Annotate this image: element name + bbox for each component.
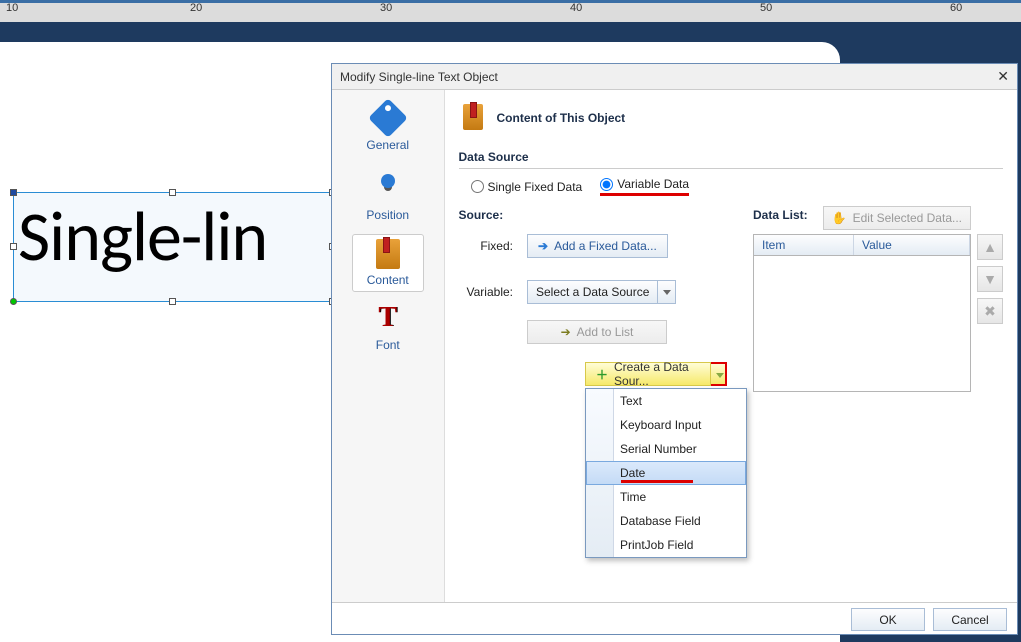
move-down-button[interactable]: ▼	[977, 266, 1003, 292]
radio-label: Single Fixed Data	[488, 180, 583, 194]
single-line-text-object[interactable]: Single-lin	[13, 192, 333, 302]
menu-item-date[interactable]: Date	[586, 461, 746, 485]
select-data-source-dropdown[interactable]: Select a Data Source	[527, 280, 676, 304]
radio-single-fixed-input[interactable]	[471, 180, 484, 193]
resize-handle[interactable]	[169, 189, 176, 196]
ok-button[interactable]: OK	[851, 608, 925, 631]
tab-general[interactable]: General	[352, 98, 424, 156]
menu-item-printjob-field[interactable]: PrintJob Field	[586, 533, 746, 557]
tab-label: Content	[353, 273, 423, 287]
radio-variable-data-input[interactable]	[600, 178, 613, 191]
fixed-label: Fixed:	[461, 230, 519, 262]
resize-handle[interactable]	[10, 189, 17, 196]
table-header: Item Value	[754, 235, 970, 256]
tab-label: Position	[352, 208, 424, 222]
ruler-label: 40	[570, 2, 582, 14]
menu-item-time[interactable]: Time	[586, 485, 746, 509]
rotate-handle[interactable]	[10, 298, 17, 305]
font-icon: T	[372, 304, 404, 336]
dropdown-text: Select a Data Source	[528, 285, 657, 299]
menu-item-database-field[interactable]: Database Field	[586, 509, 746, 533]
ruler-label: 20	[190, 2, 202, 14]
annotation-underline	[621, 480, 693, 483]
edit-selected-data-button: ✋ Edit Selected Data...	[823, 206, 971, 230]
tag-icon	[372, 104, 404, 136]
dialog-titlebar[interactable]: Modify Single-line Text Object ✕	[332, 64, 1017, 90]
chevron-down-icon[interactable]	[657, 281, 675, 303]
dialog-side-tabs: General Position Content T Font	[332, 90, 445, 602]
create-data-source-dropdown-button[interactable]	[711, 362, 727, 386]
resize-handle[interactable]	[10, 243, 17, 250]
menu-item-serial-number[interactable]: Serial Number	[586, 437, 746, 461]
menu-item-keyboard-input[interactable]: Keyboard Input	[586, 413, 746, 437]
book-icon	[372, 239, 404, 271]
create-data-source-button[interactable]: ＋ Create a Data Sour...	[585, 362, 711, 386]
ruler-label: 10	[6, 2, 18, 14]
resize-handle[interactable]	[169, 298, 176, 305]
create-data-source-menu: Text Keyboard Input Serial Number Date T…	[585, 388, 747, 558]
book-icon	[459, 104, 487, 132]
plus-icon: ＋	[596, 366, 608, 383]
delete-item-button[interactable]: ✖	[977, 298, 1003, 324]
pane-header: Content of This Object	[459, 100, 1003, 136]
menu-item-label: Time	[620, 490, 646, 504]
add-to-list-button: ➔ Add to List	[527, 320, 667, 344]
ruler-ticks: 10 20 30 40 50 60	[0, 3, 1021, 22]
add-fixed-data-button[interactable]: ➔ Add a Fixed Data...	[527, 234, 668, 258]
tab-label: General	[352, 138, 424, 152]
tab-label: Font	[352, 338, 424, 352]
close-icon[interactable]: ✕	[997, 68, 1009, 85]
menu-item-label: Text	[620, 394, 642, 408]
menu-item-label: PrintJob Field	[620, 538, 693, 552]
pane-header-title: Content of This Object	[497, 111, 626, 125]
arrow-right-icon: ➔	[561, 325, 571, 339]
col-value[interactable]: Value	[854, 235, 970, 255]
source-form: Fixed: ➔ Add a Fixed Data... Variable:	[459, 228, 735, 392]
menu-item-label: Database Field	[620, 514, 701, 528]
ruler-label: 60	[950, 2, 962, 14]
tab-content[interactable]: Content	[352, 234, 424, 292]
button-label: Edit Selected Data...	[853, 211, 962, 225]
section-title-data-source: Data Source	[459, 146, 1003, 169]
ruler-label: 50	[760, 2, 772, 14]
text-object-content: Single-lin	[14, 193, 332, 271]
cancel-button[interactable]: Cancel	[933, 608, 1007, 631]
data-list-label: Data List:	[753, 208, 808, 224]
variable-label: Variable:	[461, 276, 519, 308]
list-side-buttons: ▲ ▼ ✖	[977, 234, 1003, 392]
radio-variable-data[interactable]: Variable Data	[600, 177, 689, 196]
menu-item-label: Keyboard Input	[620, 418, 701, 432]
dialog-main-pane: Content of This Object Data Source Singl…	[445, 90, 1017, 602]
data-list-table[interactable]: Item Value	[753, 234, 971, 392]
source-label: Source:	[459, 208, 735, 222]
pin-icon	[372, 174, 404, 206]
button-label: Create a Data Sour...	[614, 360, 700, 388]
arrow-right-icon: ➔	[538, 239, 548, 253]
radio-label: Variable Data	[617, 177, 689, 191]
tab-font[interactable]: T Font	[352, 300, 424, 356]
ruler: 10 20 30 40 50 60	[0, 0, 1021, 22]
dialog-footer: OK Cancel	[332, 602, 1017, 636]
ruler-label: 30	[380, 2, 392, 14]
menu-item-label: Date	[620, 466, 645, 480]
menu-item-label: Serial Number	[620, 442, 697, 456]
data-source-radios: Single Fixed Data Variable Data	[459, 177, 1003, 196]
button-label: Add a Fixed Data...	[554, 239, 657, 253]
move-up-button[interactable]: ▲	[977, 234, 1003, 260]
dialog-title-text: Modify Single-line Text Object	[340, 70, 498, 84]
source-column: Source: Fixed: ➔ Add a Fixed Data...	[459, 206, 735, 392]
radio-single-fixed[interactable]: Single Fixed Data	[471, 177, 583, 196]
menu-item-text[interactable]: Text	[586, 389, 746, 413]
modify-text-object-dialog: Modify Single-line Text Object ✕ General…	[331, 63, 1018, 635]
data-list-column: Data List: ✋ Edit Selected Data... Item …	[753, 206, 1003, 392]
col-item[interactable]: Item	[754, 235, 854, 255]
tab-position[interactable]: Position	[352, 164, 424, 226]
hand-icon: ✋	[832, 211, 847, 225]
button-label: Add to List	[577, 325, 634, 339]
